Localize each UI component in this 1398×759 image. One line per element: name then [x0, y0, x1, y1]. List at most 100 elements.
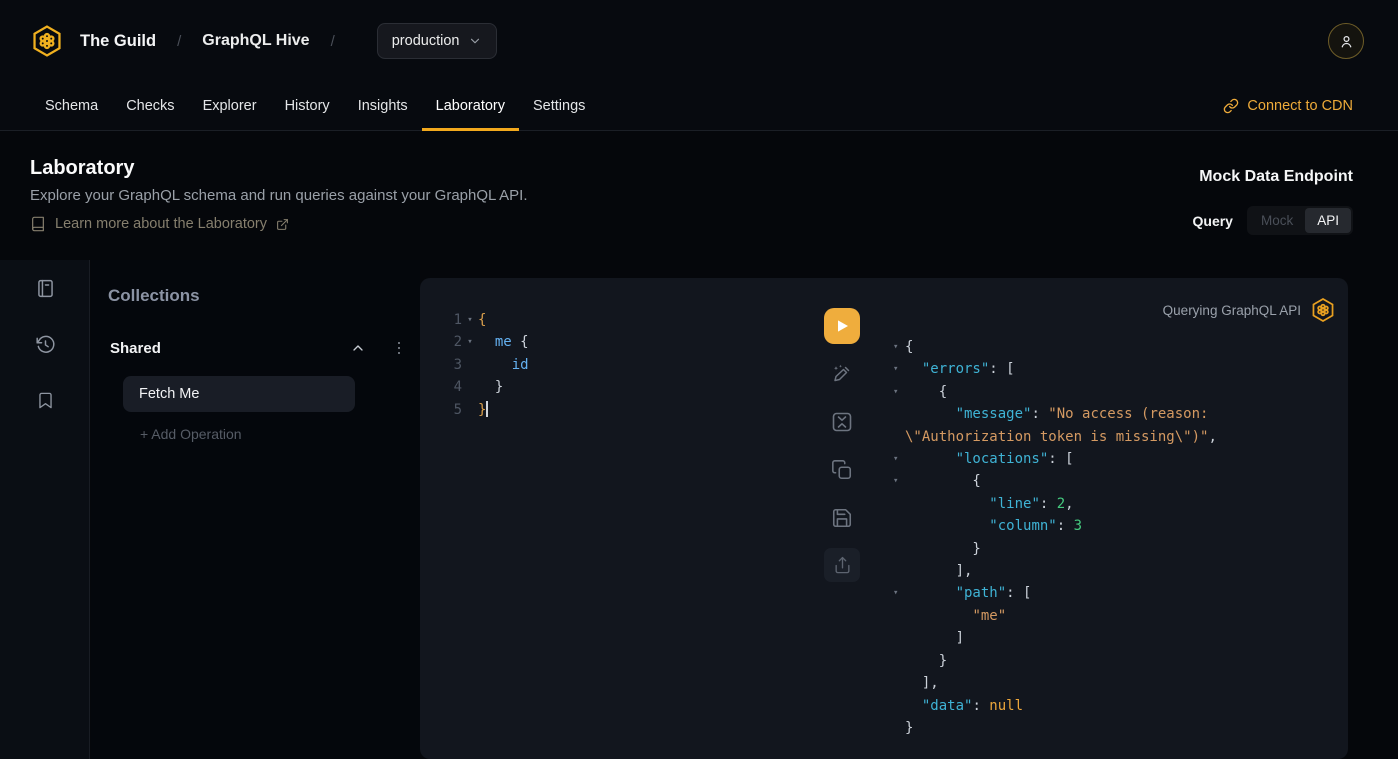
laboratory-sidebar-rail	[0, 260, 90, 759]
breadcrumb-separator: /	[331, 33, 335, 50]
fold-gutter	[462, 354, 478, 376]
line-number: 4	[452, 376, 462, 398]
breadcrumb-separator: /	[177, 33, 181, 50]
bookmark-icon[interactable]	[0, 372, 90, 428]
fold-arrow-icon[interactable]: ▾	[893, 358, 905, 380]
kebab-menu-icon[interactable]	[396, 340, 403, 357]
chevron-down-icon	[468, 34, 482, 48]
chevron-up-icon[interactable]	[350, 340, 366, 356]
merge-fragments-icon[interactable]	[830, 410, 854, 434]
collections-panel: Collections Shared Fetch Me + Add Operat…	[91, 260, 420, 759]
main-nav: Schema Checks Explorer History Insights …	[0, 82, 1398, 131]
code-line: 3 id	[452, 354, 802, 376]
code-line: "line": 2,	[893, 493, 1336, 515]
fold-gutter	[893, 560, 905, 582]
target-name: production	[392, 33, 460, 49]
code-line: "message": "No access (reason:	[893, 403, 1336, 425]
fold-gutter	[893, 493, 905, 515]
fold-gutter	[462, 376, 478, 398]
fold-gutter	[893, 403, 905, 425]
fold-gutter	[893, 695, 905, 717]
execute-query-button[interactable]	[824, 308, 860, 344]
add-operation-button[interactable]: + Add Operation	[140, 426, 242, 442]
learn-more-link[interactable]: Learn more about the Laboratory	[30, 216, 289, 232]
code-line: ▾{	[893, 336, 1336, 358]
operation-item-fetch-me[interactable]: Fetch Me	[123, 376, 355, 412]
fold-gutter	[462, 399, 478, 421]
page-subtitle: Explore your GraphQL schema and run quer…	[30, 187, 528, 204]
user-icon	[1338, 33, 1355, 50]
code-line: }	[893, 717, 1336, 739]
graphiql-panel: 1▾{2▾ me {3 id4 }5}	[420, 278, 1348, 759]
save-icon[interactable]	[830, 506, 854, 530]
response-header: Querying GraphQL API	[1163, 297, 1336, 323]
tab-history[interactable]: History	[271, 82, 344, 130]
collections-title: Collections	[108, 286, 200, 306]
toggle-option-api[interactable]: API	[1305, 208, 1351, 233]
page-title: Laboratory	[30, 157, 134, 180]
book-icon	[30, 216, 46, 232]
line-number: 3	[452, 354, 462, 376]
share-icon	[833, 556, 852, 575]
code-line: "data": null	[893, 695, 1336, 717]
app-header: The Guild / GraphQL Hive / production	[0, 0, 1398, 82]
execute-play-icon	[834, 318, 850, 334]
text-cursor	[486, 401, 488, 417]
external-link-icon	[276, 218, 289, 231]
tab-settings[interactable]: Settings	[519, 82, 599, 130]
query-editor[interactable]: 1▾{2▾ me {3 id4 }5}	[452, 309, 802, 421]
tab-explorer[interactable]: Explorer	[189, 82, 271, 130]
code-line: 2▾ me {	[452, 331, 802, 353]
fold-gutter	[893, 538, 905, 560]
project-name[interactable]: GraphQL Hive	[202, 32, 309, 50]
collection-group-shared[interactable]: Shared	[110, 338, 402, 358]
mock-endpoint-section: Mock Data Endpoint Query Mock API	[1193, 168, 1354, 235]
fold-arrow-icon[interactable]: ▾	[462, 331, 478, 353]
endpoint-title: Mock Data Endpoint	[1193, 168, 1354, 186]
user-menu-button[interactable]	[1328, 23, 1364, 59]
share-button[interactable]	[824, 548, 860, 582]
tab-schema[interactable]: Schema	[31, 82, 112, 130]
fold-arrow-icon[interactable]: ▾	[893, 336, 905, 358]
line-number: 5	[452, 399, 462, 421]
query-toggle-label: Query	[1193, 213, 1233, 229]
copy-icon[interactable]	[830, 458, 854, 482]
code-line: 5}	[452, 399, 802, 421]
code-line: ]	[893, 627, 1336, 649]
tab-checks[interactable]: Checks	[112, 82, 188, 130]
fold-gutter	[893, 426, 905, 448]
hive-hexagon-logo	[1310, 297, 1336, 323]
code-line: ▾ {	[893, 470, 1336, 492]
toggle-option-mock[interactable]: Mock	[1249, 208, 1305, 233]
fold-gutter	[893, 515, 905, 537]
code-line: }	[893, 650, 1336, 672]
code-line: "me"	[893, 605, 1336, 627]
code-line: ],	[893, 672, 1336, 694]
fold-gutter	[893, 672, 905, 694]
connect-to-cdn-button[interactable]: Connect to CDN	[1223, 82, 1353, 130]
fold-arrow-icon[interactable]: ▾	[462, 309, 478, 331]
fold-gutter	[893, 627, 905, 649]
org-name[interactable]: The Guild	[80, 32, 156, 51]
prettify-icon[interactable]	[830, 362, 854, 386]
code-line: \"Authorization token is missing\")",	[893, 426, 1336, 448]
tab-laboratory[interactable]: Laboratory	[422, 82, 519, 130]
response-viewer: ▾{▾ "errors": [▾ { "message": "No access…	[893, 336, 1336, 739]
code-line: ],	[893, 560, 1336, 582]
fold-arrow-icon[interactable]: ▾	[893, 582, 905, 604]
link-icon	[1223, 98, 1239, 114]
fold-gutter	[893, 605, 905, 627]
response-status-label: Querying GraphQL API	[1163, 303, 1301, 318]
fold-arrow-icon[interactable]: ▾	[893, 381, 905, 403]
fold-gutter	[893, 717, 905, 739]
cdn-link-label: Connect to CDN	[1247, 98, 1353, 114]
history-icon[interactable]	[0, 316, 90, 372]
learn-more-label: Learn more about the Laboratory	[55, 216, 267, 232]
fold-arrow-icon[interactable]: ▾	[893, 470, 905, 492]
tab-insights[interactable]: Insights	[344, 82, 422, 130]
hive-hexagon-logo[interactable]	[30, 24, 64, 58]
target-selector[interactable]: production	[377, 23, 498, 59]
docs-icon[interactable]	[0, 260, 90, 316]
fold-arrow-icon[interactable]: ▾	[893, 448, 905, 470]
mock-api-toggle: Mock API	[1247, 206, 1353, 235]
